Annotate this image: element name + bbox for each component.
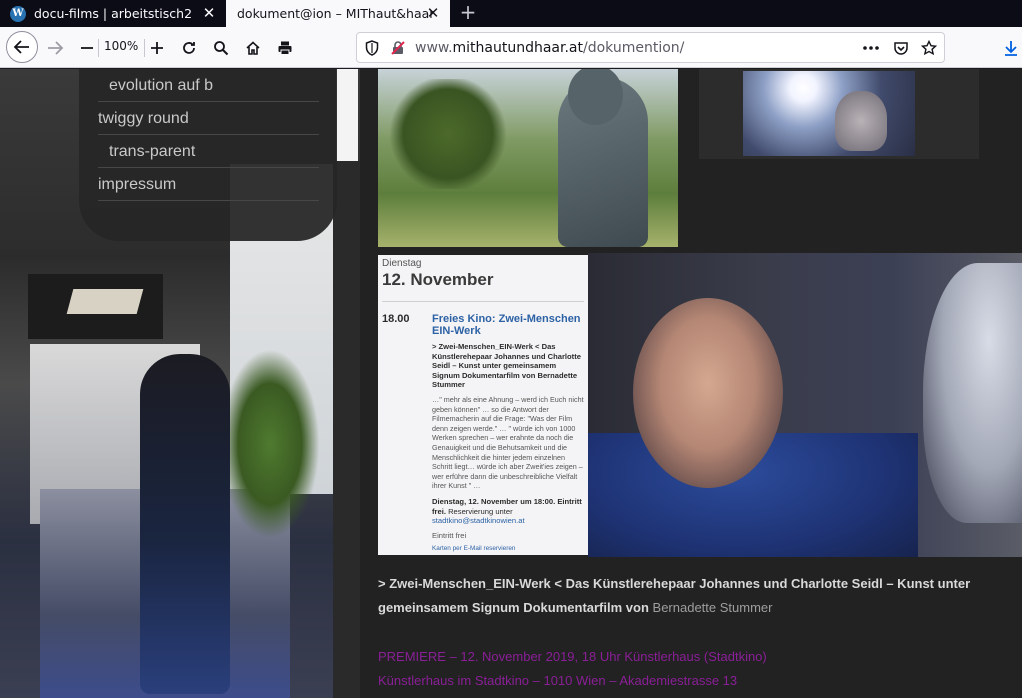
reload-icon [183, 42, 195, 54]
search-icon [214, 41, 229, 56]
zoom-in-button[interactable] [142, 33, 172, 63]
plus-icon[interactable]: + [458, 2, 478, 22]
nav-toolbar: 100% www.mithautundhaar.at/dokumention/ [0, 27, 1022, 68]
premiere-info: PREMIERE – 12. November 2019, 18 Uhr Kün… [378, 645, 1022, 693]
sunlight-portrait-photo[interactable] [743, 71, 915, 156]
address-bar[interactable]: www.mithautundhaar.at/dokumention/ [356, 32, 945, 63]
flyer-body: …" mehr als eine Ahnung – werd ich Euch … [432, 395, 584, 491]
menu-item-twiggy-round[interactable]: twiggy round [98, 102, 319, 135]
star-icon[interactable] [921, 40, 937, 56]
back-button[interactable] [6, 31, 38, 63]
zoom-in-icon [151, 42, 163, 54]
tab-title: docu-films | arbeitstisch2 [34, 6, 193, 21]
home-button[interactable] [238, 33, 268, 63]
search-button[interactable] [206, 33, 236, 63]
tab-docu-films[interactable]: W docu-films | arbeitstisch2 ✕ [0, 0, 226, 27]
divider [98, 39, 99, 57]
flyer-subhead: > Zwei-Menschen_EIN-Werk < Das Künstlere… [432, 342, 581, 390]
back-arrow-icon [13, 40, 29, 54]
sculpture-photo[interactable] [378, 69, 678, 247]
photo-face [835, 91, 887, 151]
zoom-level[interactable]: 100% [104, 39, 138, 53]
flyer-email: stadtkino@stadtkinowien.at [432, 516, 525, 526]
flyer-time: 18.00 [382, 313, 410, 325]
more-icon[interactable] [863, 40, 879, 56]
photo-book [66, 289, 144, 314]
flyer-headline: Freies Kino: Zwei-Menschen EIN-Werk [432, 313, 581, 337]
url-text[interactable]: www.mithautundhaar.at/dokumention/ [415, 40, 684, 56]
photo-figure [140, 354, 230, 694]
page-content: evolution auf b twiggy round trans-paren… [0, 69, 1022, 698]
flyer-day: Dienstag [382, 258, 422, 269]
menu-item-trans-parent[interactable]: trans-parent [98, 135, 319, 168]
download-button[interactable] [1000, 33, 1022, 63]
venue-line: Künstlerhaus im Stadtkino – 1010 Wien – … [378, 673, 738, 688]
forward-arrow-icon [48, 41, 64, 55]
photo-man [633, 298, 783, 488]
photo-tree [388, 79, 508, 189]
shield-icon[interactable] [364, 40, 380, 56]
flyer-free: Eintritt frei [432, 531, 467, 540]
print-icon [278, 41, 292, 55]
event-flyer[interactable]: Dienstag 12. November 18.00 Freies Kino:… [378, 255, 588, 555]
home-icon [246, 41, 260, 55]
forward-button[interactable] [40, 33, 70, 63]
download-icon [1005, 41, 1017, 56]
flyer-date: 12. November [382, 270, 494, 289]
flyer-when: Dienstag, 12. November um 18:00. Eintrit… [432, 497, 582, 526]
photo-woman [923, 263, 1022, 523]
menu-item-evolution[interactable]: evolution auf b [98, 69, 319, 102]
nav-menu: evolution auf b twiggy round trans-paren… [79, 69, 337, 241]
page-column [333, 161, 360, 698]
menu-item-impressum[interactable]: impressum [98, 168, 319, 201]
tab-bar: W docu-films | arbeitstisch2 ✕ dokument@… [0, 0, 1022, 27]
tab-dokumention[interactable]: dokument@ion – MIThaut&haar ✕ [226, 0, 450, 27]
pocket-icon[interactable] [893, 40, 909, 56]
author-link[interactable]: Bernadette Stummer [653, 600, 773, 615]
reload-button[interactable] [174, 33, 204, 63]
premiere-line: PREMIERE – 12. November 2019, 18 Uhr Kün… [378, 649, 767, 664]
close-icon[interactable]: ✕ [202, 6, 216, 21]
flyer-reserve-link: Karten per E-Mail reservieren [432, 545, 516, 552]
divider [382, 301, 584, 302]
photo-plant [220, 349, 320, 539]
insecure-lock-icon[interactable] [390, 40, 406, 56]
print-button[interactable] [270, 33, 300, 63]
zoom-out-icon [81, 47, 93, 49]
close-icon[interactable]: ✕ [426, 6, 440, 21]
page-strip [336, 69, 358, 161]
artists-photo[interactable] [588, 253, 1022, 557]
film-caption: > Zwei-Menschen_EIN-Werk < Das Künstlere… [378, 576, 971, 615]
tab-title: dokument@ion – MIThaut&haar [237, 6, 435, 21]
wordpress-icon: W [10, 5, 26, 22]
